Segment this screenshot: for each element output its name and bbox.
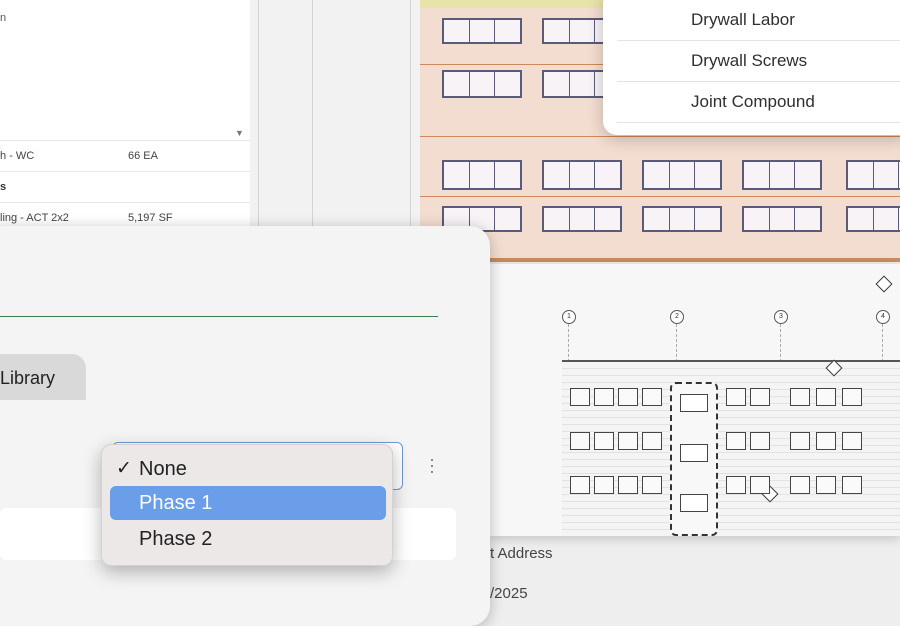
address-label: t Address bbox=[490, 545, 553, 562]
phase-option-none[interactable]: ✓ None bbox=[110, 452, 386, 486]
grid-marker-icon: 3 bbox=[774, 310, 788, 324]
drawing-margin-strip bbox=[250, 0, 420, 260]
materials-dropdown: Drywall Labor Drywall Screws Joint Compo… bbox=[603, 0, 900, 135]
list-item[interactable]: h - WC 66 EA bbox=[0, 141, 250, 172]
header-divider bbox=[0, 316, 438, 317]
window bbox=[742, 160, 822, 190]
grid-marker-icon: 2 bbox=[670, 310, 684, 324]
list-group-header: s bbox=[0, 172, 250, 203]
checkmark-icon: ✓ bbox=[116, 458, 132, 479]
takeoff-list-panel: n ▼ h - WC 66 EA s ling - ACT 2x2 5,197 … bbox=[0, 0, 251, 234]
window bbox=[542, 160, 622, 190]
window bbox=[594, 432, 614, 450]
window bbox=[570, 476, 590, 494]
window bbox=[742, 206, 822, 232]
window bbox=[570, 388, 590, 406]
window bbox=[642, 206, 722, 232]
window bbox=[726, 388, 746, 406]
elevation-drawing-bottom: 1 2 3 4 bbox=[490, 264, 900, 536]
tab-label: Library bbox=[0, 368, 56, 388]
tab-library[interactable]: Library bbox=[0, 354, 86, 400]
stair-tower bbox=[670, 382, 718, 536]
item-name: ling - ACT 2x2 bbox=[0, 212, 69, 224]
window bbox=[842, 388, 862, 406]
window bbox=[842, 432, 862, 450]
item-name: h - WC bbox=[0, 150, 35, 162]
phase-option-1[interactable]: Phase 1 bbox=[110, 486, 386, 520]
item-quantity: 5,197 SF bbox=[128, 212, 173, 224]
item-quantity: 66 EA bbox=[128, 150, 158, 162]
window bbox=[618, 432, 638, 450]
window bbox=[642, 160, 722, 190]
ground-line bbox=[420, 258, 900, 262]
scroll-down-arrow-icon[interactable]: ▼ bbox=[235, 128, 244, 138]
list-scrollbar[interactable]: ▼ bbox=[234, 0, 246, 140]
window bbox=[846, 160, 900, 190]
window bbox=[594, 476, 614, 494]
window bbox=[816, 432, 836, 450]
date-fragment: /2025 bbox=[490, 585, 528, 602]
window bbox=[842, 476, 862, 494]
more-options-icon[interactable]: · · · bbox=[428, 450, 436, 480]
window bbox=[442, 18, 522, 44]
item-dialog: Library ⌄ ··· bbox=[0, 226, 490, 626]
option-label: Phase 1 bbox=[139, 492, 213, 514]
list-blank-area: n ▼ bbox=[0, 0, 250, 141]
window bbox=[726, 476, 746, 494]
section-marker-icon bbox=[875, 275, 893, 293]
window bbox=[750, 476, 770, 494]
window bbox=[442, 160, 522, 190]
window bbox=[642, 432, 662, 450]
window bbox=[846, 206, 900, 232]
material-item-drywall-screws[interactable]: Drywall Screws bbox=[691, 51, 807, 71]
list-fragment-text: n bbox=[0, 12, 7, 24]
window bbox=[570, 432, 590, 450]
window bbox=[542, 206, 622, 232]
window bbox=[790, 476, 810, 494]
material-item-joint-compound[interactable]: Joint Compound bbox=[691, 92, 815, 112]
material-item-drywall-labor[interactable]: Drywall Labor bbox=[691, 10, 795, 30]
window bbox=[594, 388, 614, 406]
grid-marker-icon: 4 bbox=[876, 310, 890, 324]
grid-marker-icon: 1 bbox=[562, 310, 576, 324]
group-name: s bbox=[0, 181, 7, 193]
window bbox=[726, 432, 746, 450]
phase-option-2[interactable]: Phase 2 bbox=[110, 522, 386, 556]
phase-dropdown-menu: ✓ None Phase 1 Phase 2 bbox=[101, 444, 393, 566]
option-label: Phase 2 bbox=[139, 528, 213, 550]
window bbox=[642, 388, 662, 406]
option-label: None bbox=[139, 458, 187, 480]
window bbox=[790, 432, 810, 450]
window bbox=[790, 388, 810, 406]
window bbox=[816, 476, 836, 494]
window bbox=[750, 432, 770, 450]
window bbox=[618, 476, 638, 494]
window bbox=[618, 388, 638, 406]
window bbox=[816, 388, 836, 406]
window bbox=[750, 388, 770, 406]
window bbox=[642, 476, 662, 494]
window bbox=[442, 70, 522, 98]
